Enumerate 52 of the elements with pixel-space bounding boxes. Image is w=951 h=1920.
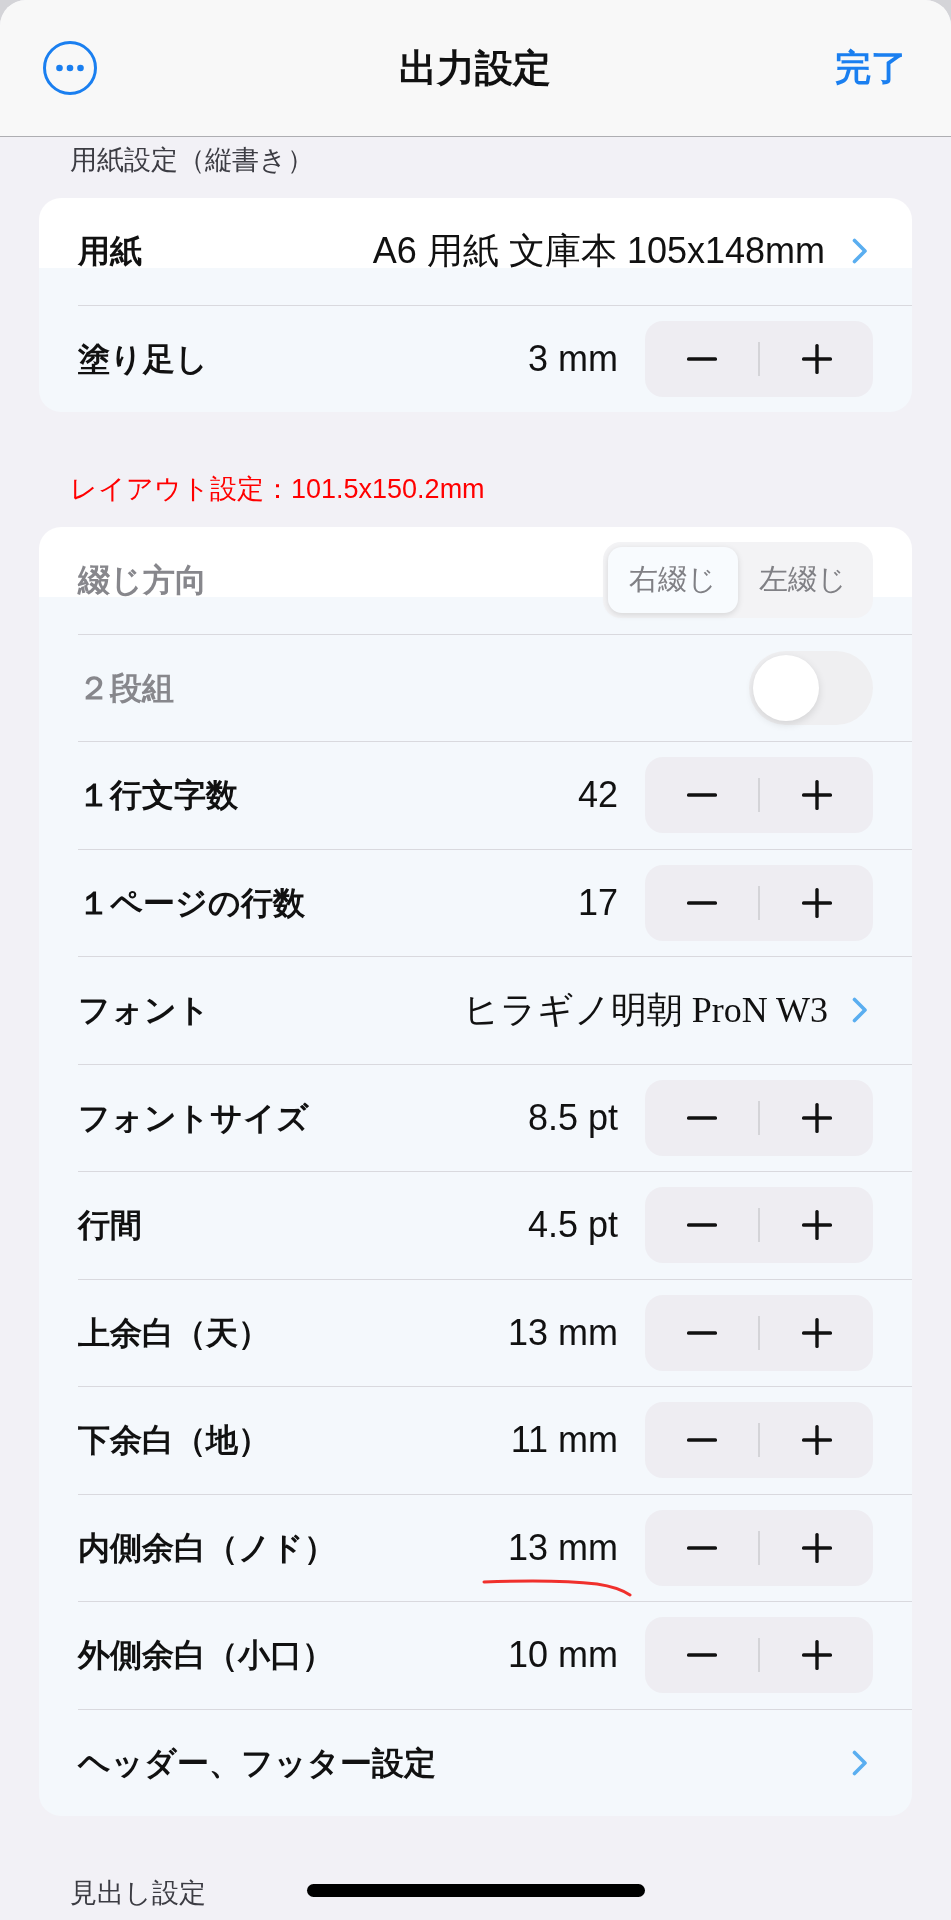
- minus-icon: [686, 900, 717, 905]
- chevron-right-icon[interactable]: [852, 238, 868, 265]
- setting-value: 8.5 pt: [527, 1096, 618, 1139]
- plus-icon: [801, 1317, 832, 1348]
- done-button[interactable]: 完了: [835, 46, 907, 90]
- plus-icon: [801, 1102, 832, 1133]
- plus-icon: [801, 780, 832, 811]
- setting-label: 塗り足し: [78, 339, 209, 379]
- setting-label: １行文字数: [78, 776, 239, 816]
- setting-label: 綴じ方向: [78, 561, 208, 601]
- setting-value: 3 mm: [528, 337, 618, 380]
- setting-value: 4.5 pt: [527, 1204, 618, 1247]
- setting-value: A6 用紙 文庫本 105x148mm: [372, 230, 825, 273]
- section-header: 見出し設定: [70, 1877, 206, 1910]
- minus-icon: [686, 356, 717, 361]
- minus-icon: [686, 793, 717, 798]
- setting-label: フォントサイズ: [78, 1098, 310, 1138]
- minus-icon: [686, 1438, 717, 1443]
- setting-label: 行間: [78, 1206, 143, 1246]
- setting-label: １ページの行数: [78, 883, 306, 923]
- setting-value: ヒラギノ明朝 ProN W3: [462, 989, 828, 1032]
- more-icon[interactable]: [43, 41, 97, 95]
- setting-value: 13 mm: [507, 1526, 618, 1569]
- section-header: レイアウト設定：101.5x150.2mm: [70, 473, 485, 506]
- setting-label: フォント: [78, 991, 211, 1031]
- plus-icon: [801, 343, 832, 374]
- setting-label: 外側余白（小口）: [78, 1636, 335, 1676]
- setting-label: 上余白（天）: [78, 1313, 271, 1353]
- setting-label: ヘッダー、フッター設定: [78, 1743, 437, 1783]
- minus-icon: [686, 1653, 717, 1658]
- plus-icon: [801, 1425, 832, 1456]
- setting-value: 10 mm: [507, 1634, 618, 1677]
- chevron-right-icon[interactable]: [852, 1749, 868, 1776]
- minus-icon: [686, 1330, 717, 1335]
- setting-value: 17: [577, 881, 618, 924]
- minus-icon: [686, 1223, 717, 1228]
- setting-label: 内側余白（ノド）: [78, 1528, 337, 1568]
- setting-label: ２段組: [78, 668, 175, 708]
- minus-icon: [686, 1545, 717, 1550]
- setting-value: 11 mm: [510, 1419, 618, 1462]
- minus-icon: [686, 1115, 717, 1120]
- nav-title: 出力設定: [399, 46, 551, 91]
- setting-label: 用紙: [78, 232, 143, 272]
- plus-icon: [801, 887, 832, 918]
- chevron-right-icon[interactable]: [852, 997, 868, 1024]
- plus-icon: [801, 1210, 832, 1241]
- setting-value: 13 mm: [507, 1311, 618, 1354]
- plus-icon: [801, 1640, 832, 1671]
- plus-icon: [801, 1532, 832, 1563]
- setting-label: 下余白（地）: [78, 1421, 271, 1461]
- section-header: 用紙設定（縦書き）: [70, 144, 314, 177]
- setting-value: 42: [577, 774, 618, 817]
